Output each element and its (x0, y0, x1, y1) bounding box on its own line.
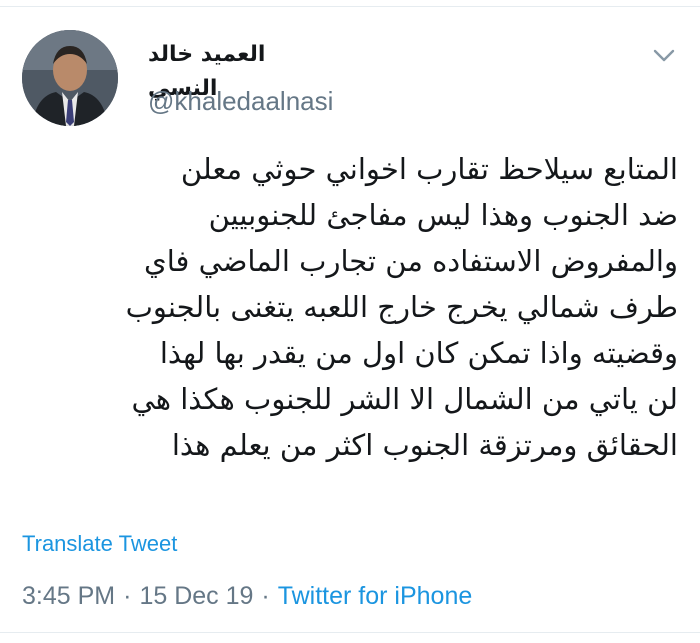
separator: · (261, 582, 270, 610)
tweet-metadata: 3:45 PM · 15 Dec 19 · Twitter for iPhone (22, 580, 472, 612)
username[interactable]: @khaledaalnasi (148, 84, 333, 118)
top-divider (0, 6, 700, 7)
tweet-text: المتابع سيلاحظ تقارب اخواني حوثي معلن ضد… (20, 146, 678, 468)
tweet-source-link[interactable]: Twitter for iPhone (278, 582, 473, 610)
tweet-text-line: طرف شمالي يخرج خارج اللعبه يتغنى بالجنوب (125, 290, 678, 324)
tweet-text-line: الحقائق ومرتزقة الجنوب اكثر من يعلم هذا (171, 428, 678, 462)
bottom-divider (0, 632, 700, 633)
tweet-text-line: ضد الجنوب وهذا ليس مفاجئ للجنوبيين (208, 198, 678, 232)
tweet-text-line: المتابع سيلاحظ تقارب اخواني حوثي معلن (180, 152, 678, 186)
translate-tweet-link[interactable]: Translate Tweet (22, 530, 177, 558)
tweet-date[interactable]: 15 Dec 19 (139, 582, 253, 610)
separator: · (123, 582, 132, 610)
tweet-text-line: لن ياتي من الشمال الا الشر للجنوب هكذا ه… (131, 382, 678, 416)
tweet-text-line: والمفروض الاستفاده من تجارب الماضي فاي (144, 244, 678, 278)
chevron-down-icon[interactable] (650, 44, 678, 68)
tweet-time: 3:45 PM (22, 582, 116, 610)
avatar[interactable] (22, 30, 118, 126)
tweet-text-line: وقضيته واذا تمكن كان اول من يقدر بها لهذ… (159, 336, 678, 370)
